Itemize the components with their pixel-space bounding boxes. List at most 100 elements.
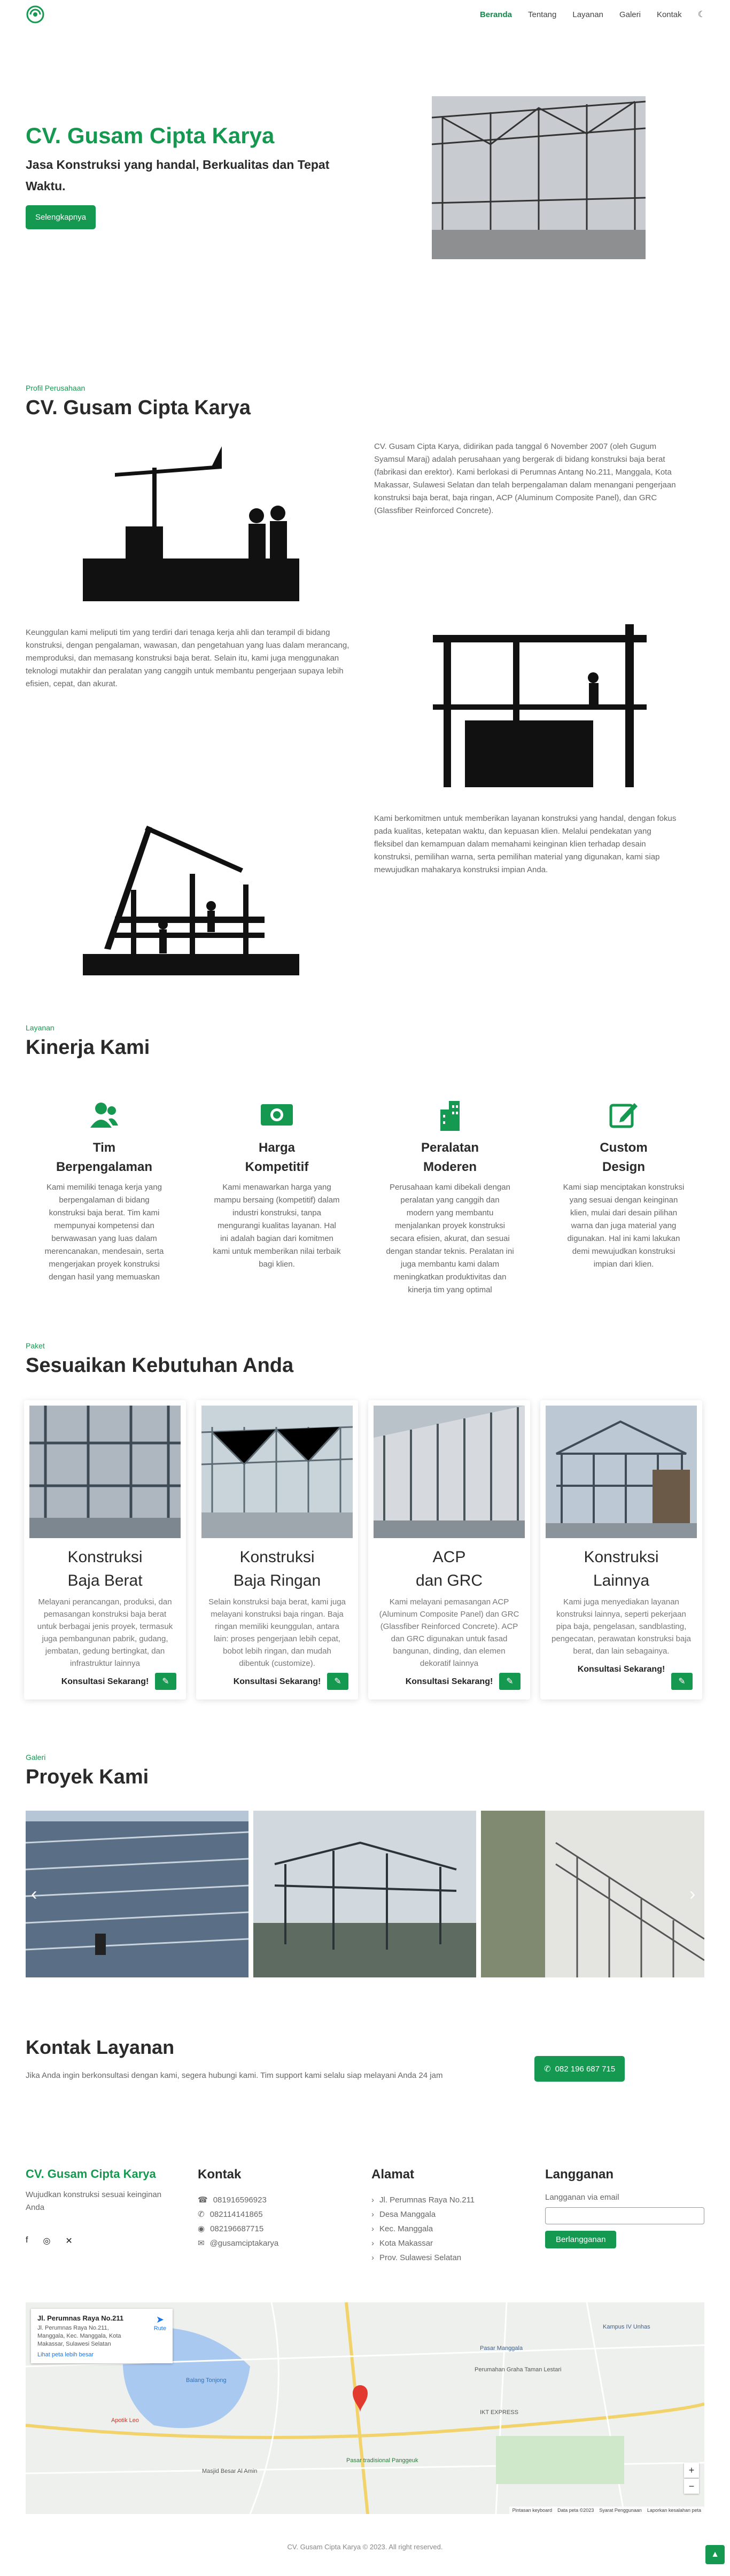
- map-attribution: Pintasan keyboard Data peta ©2023 Syarat…: [509, 2507, 704, 2514]
- map-card-title: Jl. Perumnas Raya No.211: [37, 2314, 124, 2322]
- feature-title-line2: Moderen: [423, 1160, 477, 1174]
- map-label: Pasar Manggala: [480, 2345, 523, 2352]
- feature-desc: Kami menawarkan harga yang mampu bersain…: [213, 1183, 341, 1269]
- feature-title-line2: Kompetitif: [245, 1160, 309, 1174]
- package-image: [546, 1406, 697, 1538]
- facebook-icon[interactable]: f: [26, 2236, 28, 2246]
- whatsapp-icon: ◉: [198, 2224, 205, 2233]
- gallery-image: [481, 1811, 705, 1977]
- footer-brand: CV. Gusam Cipta Karya: [26, 2167, 156, 2181]
- chevron-right-icon: ›: [371, 2253, 374, 2262]
- hero-subtitle: Jasa Konstruksi yang handal, Berkualitas…: [26, 158, 330, 193]
- edit-icon: [560, 1101, 688, 1129]
- back-to-top-button[interactable]: ▲: [705, 2545, 725, 2564]
- construction-image-2: [433, 624, 647, 787]
- newsletter-email-input[interactable]: [545, 2207, 704, 2224]
- package-title-line2: Baja Berat: [67, 1572, 143, 1589]
- map-label: Masjid Besar Al Amin: [202, 2468, 258, 2474]
- footer-tagline: Wujudkan konstruksi sesuai keinginan And…: [26, 2190, 162, 2212]
- mail-icon: ✉: [198, 2239, 205, 2248]
- chat-button[interactable]: ✎: [327, 1673, 348, 1690]
- main-nav: Beranda Tentang Layanan Galeri Kontak ☾: [480, 9, 705, 20]
- map-label: Apotik Leo: [111, 2417, 139, 2424]
- package-desc: Kami juga menyediakan layanan konstruksi…: [551, 1597, 691, 1656]
- chat-icon: ✎: [678, 1677, 686, 1686]
- about-paragraph-1: CV. Gusam Cipta Karya, didirikan pada ta…: [374, 442, 676, 515]
- site-header: Beranda Tentang Layanan Galeri Kontak ☾: [0, 0, 730, 29]
- package-title-line2: dan GRC: [415, 1572, 483, 1589]
- package-card: Konstruksi Lainnya Kami juga menyediakan …: [540, 1400, 702, 1700]
- chat-icon: ✎: [162, 1677, 169, 1686]
- feature-desc: Kami siap menciptakan konstruksi yang se…: [563, 1183, 685, 1269]
- construction-image-1: [83, 436, 299, 601]
- copyright: CV. Gusam Cipta Karya © 2023. All right …: [287, 2543, 443, 2551]
- feature-desc: Kami memiliki tenaga kerja yang berpenga…: [44, 1183, 164, 1282]
- map-card-address: Jl. Perumnas Raya No.211, Manggala, Kec.…: [37, 2325, 121, 2347]
- footer-address-item: › Jl. Perumnas Raya No.211: [371, 2193, 532, 2207]
- hero-button[interactable]: Selengkapnya: [26, 205, 96, 229]
- whatsapp-button[interactable]: ✆ 082 196 687 715: [534, 2056, 625, 2082]
- whatsapp-number: 082 196 687 715: [555, 2064, 616, 2074]
- footer-address-item: › Kec. Manggala: [371, 2222, 532, 2236]
- map-label: Balang Tonjong: [186, 2377, 227, 2384]
- footer-phone-item: ✆ 082114141865: [198, 2207, 347, 2222]
- package-desc: Kami melayani pemasangan ACP (Aluminum C…: [379, 1597, 519, 1668]
- about-label: Profil Perusahaan: [26, 384, 86, 392]
- feature-title-line1: Peralatan: [421, 1140, 479, 1155]
- embedded-map[interactable]: Jl. Perumnas Raya No.211 Jl. Perumnas Ra…: [26, 2302, 704, 2514]
- map-footer-item[interactable]: Laporkan kesalahan peta: [647, 2508, 701, 2513]
- about-paragraph-3: Kami berkomitmen untuk memberikan layana…: [374, 814, 677, 874]
- package-title-line2: Lainnya: [593, 1572, 650, 1589]
- gallery-prev-icon[interactable]: ‹: [31, 1884, 37, 1905]
- about-paragraph-2: Keunggulan kami meliputi tim yang terdir…: [26, 628, 350, 688]
- map-footer-item[interactable]: Pintasan keyboard: [512, 2508, 553, 2513]
- footer-kontak-title: Kontak: [198, 2167, 242, 2182]
- chevron-up-icon: ▲: [711, 2550, 719, 2559]
- logo-icon[interactable]: [25, 4, 46, 25]
- footer-address-item: › Prov. Sulawesi Selatan: [371, 2251, 532, 2265]
- gallery-image: [253, 1811, 476, 1977]
- hero-image: [431, 96, 646, 259]
- feature-title-line1: Custom: [600, 1140, 648, 1155]
- nav-tentang[interactable]: Tentang: [528, 10, 556, 19]
- instagram-icon[interactable]: ◎: [43, 2236, 50, 2246]
- footer-address-item: › Kota Makassar: [371, 2236, 532, 2251]
- zoom-out-button[interactable]: −: [684, 2479, 699, 2494]
- map-larger-link[interactable]: Lihat peta lebih besar: [37, 2352, 166, 2358]
- footer-alamat-title: Alamat: [371, 2167, 415, 2182]
- nav-layanan[interactable]: Layanan: [572, 10, 603, 19]
- footer-phone-item: ◉ 082196687715: [198, 2222, 347, 2236]
- feature-card: Harga Kompetitif Kami menawarkan harga ya…: [213, 1101, 341, 1271]
- chevron-right-icon: ›: [371, 2195, 374, 2205]
- feature-desc: Perusahaan kami dibekali dengan peralata…: [386, 1183, 514, 1294]
- phone-icon: ✆: [198, 2210, 205, 2219]
- theme-toggle-icon[interactable]: ☾: [698, 9, 705, 20]
- package-card: Konstruksi Baja Ringan Selain konstruksi …: [196, 1400, 358, 1700]
- map-route-button[interactable]: ➤ Rute: [154, 2314, 166, 2332]
- chat-button[interactable]: ✎: [499, 1673, 521, 1690]
- map-footer-item[interactable]: Syarat Penggunaan: [599, 2508, 642, 2513]
- construction-image-3: [83, 810, 299, 975]
- kinerja-label: Layanan: [26, 1023, 55, 1032]
- package-title-line1: Konstruksi: [584, 1548, 659, 1566]
- chat-icon: ✎: [334, 1677, 341, 1686]
- nav-kontak[interactable]: Kontak: [657, 10, 682, 19]
- nav-galeri[interactable]: Galeri: [619, 10, 641, 19]
- map-label: Pasar tradisional Panggeuk: [346, 2457, 418, 2464]
- zoom-in-button[interactable]: +: [684, 2463, 699, 2478]
- subscribe-button[interactable]: Berlangganan: [545, 2231, 617, 2248]
- footer-address-item: › Desa Manggala: [371, 2207, 532, 2222]
- gallery-next-icon[interactable]: ›: [689, 1884, 695, 1905]
- map-label: Kampus IV Unhas: [603, 2324, 650, 2330]
- package-title-line1: ACP: [432, 1548, 466, 1566]
- chat-button[interactable]: ✎: [671, 1673, 693, 1690]
- nav-beranda[interactable]: Beranda: [480, 10, 512, 19]
- feature-title-line1: Tim: [92, 1140, 116, 1155]
- twitter-icon[interactable]: ✕: [65, 2236, 72, 2246]
- kontak-desc: Jika Anda ingin berkonsultasi dengan kam…: [26, 2071, 443, 2080]
- about-title: CV. Gusam Cipta Karya: [26, 397, 251, 419]
- chat-button[interactable]: ✎: [155, 1673, 176, 1690]
- package-image: [374, 1406, 525, 1538]
- feature-title-line2: Berpengalaman: [56, 1160, 153, 1174]
- feature-title-line1: Harga: [258, 1140, 296, 1155]
